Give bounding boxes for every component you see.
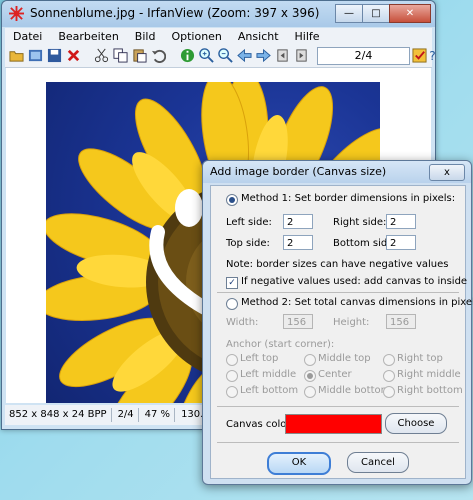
minimize-button[interactable]: —	[335, 4, 363, 23]
next-icon[interactable]	[255, 47, 272, 64]
irfanview-app-icon	[9, 6, 24, 21]
menu-bild[interactable]: Bild	[127, 30, 164, 43]
anchor-middle-top-label: Middle top	[318, 353, 371, 364]
right-side-label: Right side:	[333, 217, 387, 228]
dialog-title: Add image border (Canvas size)	[210, 165, 387, 178]
method2-label: Method 2: Set total canvas dimensions in…	[241, 297, 473, 308]
anchor-right-top-radio[interactable]	[383, 354, 395, 366]
top-side-input[interactable]: 2	[283, 235, 313, 250]
anchor-right-middle-label: Right middle	[397, 369, 461, 380]
anchor-right-bottom-radio[interactable]	[383, 386, 395, 398]
anchor-middle-bottom-radio[interactable]	[304, 386, 316, 398]
close-icon: ✕	[405, 8, 415, 19]
anchor-left-bottom-radio[interactable]	[226, 386, 238, 398]
bottom-side-input[interactable]: 2	[386, 235, 416, 250]
choose-color-button[interactable]: Choose	[385, 413, 447, 434]
anchor-label: Anchor (start corner):	[226, 339, 335, 350]
title-bar[interactable]: Sonnenblume.jpg - IrfanView (Zoom: 397 x…	[2, 1, 435, 27]
first-page-icon[interactable]	[274, 47, 291, 64]
anchor-middle-top-radio[interactable]	[304, 354, 316, 366]
menu-bar: Datei Bearbeiten Bild Optionen Ansicht H…	[5, 28, 432, 45]
copy-icon[interactable]	[112, 47, 129, 64]
dialog-title-bar[interactable]: Add image border (Canvas size) x	[203, 161, 471, 183]
left-side-label: Left side:	[226, 217, 272, 228]
save-icon[interactable]	[46, 47, 63, 64]
info-icon[interactable]	[179, 47, 196, 64]
undo-icon[interactable]	[150, 47, 167, 64]
left-side-input[interactable]: 2	[283, 214, 313, 229]
anchor-center-label: Center	[318, 369, 352, 380]
anchor-right-bottom-label: Right bottom	[397, 385, 463, 396]
status-dimensions: 852 x 848 x 24 BPP	[5, 408, 112, 422]
delete-icon[interactable]	[65, 47, 82, 64]
page-counter[interactable]: 2/4	[317, 47, 410, 65]
anchor-left-bottom-label: Left bottom	[240, 385, 299, 396]
anchor-left-middle-radio[interactable]	[226, 370, 238, 382]
anchor-right-middle-radio[interactable]	[383, 370, 395, 382]
anchor-right-top-label: Right top	[397, 353, 443, 364]
canvas-size-dialog: Add image border (Canvas size) x Method …	[202, 160, 473, 485]
close-icon: x	[444, 167, 450, 178]
height-input[interactable]: 156	[386, 314, 416, 329]
menu-hilfe[interactable]: Hilfe	[287, 30, 328, 43]
minimize-icon: —	[344, 8, 354, 19]
paste-icon[interactable]	[131, 47, 148, 64]
anchor-left-middle-label: Left middle	[240, 369, 297, 380]
menu-ansicht[interactable]: Ansicht	[230, 30, 287, 43]
status-page: 2/4	[114, 408, 139, 422]
zoom-in-icon[interactable]	[198, 47, 215, 64]
ok-button[interactable]: OK	[267, 452, 331, 475]
zoom-out-icon[interactable]	[217, 47, 234, 64]
settings-icon[interactable]	[411, 47, 428, 64]
close-button[interactable]: ✕	[389, 4, 431, 23]
width-input[interactable]: 156	[283, 314, 313, 329]
negative-note: Note: border sizes can have negative val…	[226, 259, 449, 270]
slideshow-icon[interactable]	[27, 47, 44, 64]
anchor-left-top-label: Left top	[240, 353, 279, 364]
divider	[217, 442, 459, 443]
status-zoom: 47 %	[141, 408, 176, 422]
negative-inside-label: If negative values used: add canvas to i…	[241, 276, 468, 287]
window-title: Sonnenblume.jpg - IrfanView (Zoom: 397 x…	[30, 6, 320, 20]
last-page-icon[interactable]	[293, 47, 310, 64]
dialog-close-button[interactable]: x	[429, 164, 465, 181]
anchor-center-radio[interactable]	[304, 370, 316, 382]
top-side-label: Top side:	[226, 238, 270, 249]
divider	[217, 292, 459, 293]
right-side-input[interactable]: 2	[386, 214, 416, 229]
prev-icon[interactable]	[236, 47, 253, 64]
help-icon[interactable]: ?	[429, 47, 437, 64]
cancel-button[interactable]: Cancel	[347, 452, 409, 473]
method2-radio[interactable]	[226, 298, 238, 310]
open-icon[interactable]	[8, 47, 25, 64]
method1-label: Method 1: Set border dimensions in pixel…	[241, 193, 456, 204]
dialog-body: Method 1: Set border dimensions in pixel…	[210, 185, 473, 479]
toolbar: 2/4 ?	[5, 45, 436, 68]
canvas-color-label: Canvas color:	[226, 419, 294, 430]
menu-datei[interactable]: Datei	[5, 30, 50, 43]
menu-bearbeiten[interactable]: Bearbeiten	[50, 30, 126, 43]
menu-optionen[interactable]: Optionen	[163, 30, 229, 43]
maximize-icon: □	[371, 8, 381, 19]
canvas-color-swatch[interactable]	[285, 414, 382, 434]
negative-inside-checkbox[interactable]: ✓	[226, 277, 238, 289]
anchor-middle-bottom-label: Middle bottom	[318, 385, 391, 396]
width-label: Width:	[226, 317, 259, 328]
cut-icon[interactable]	[93, 47, 110, 64]
maximize-button[interactable]: □	[362, 4, 390, 23]
divider	[217, 406, 459, 407]
anchor-left-top-radio[interactable]	[226, 354, 238, 366]
height-label: Height:	[333, 317, 370, 328]
method1-radio[interactable]	[226, 194, 238, 206]
svg-text:?: ?	[429, 49, 435, 63]
